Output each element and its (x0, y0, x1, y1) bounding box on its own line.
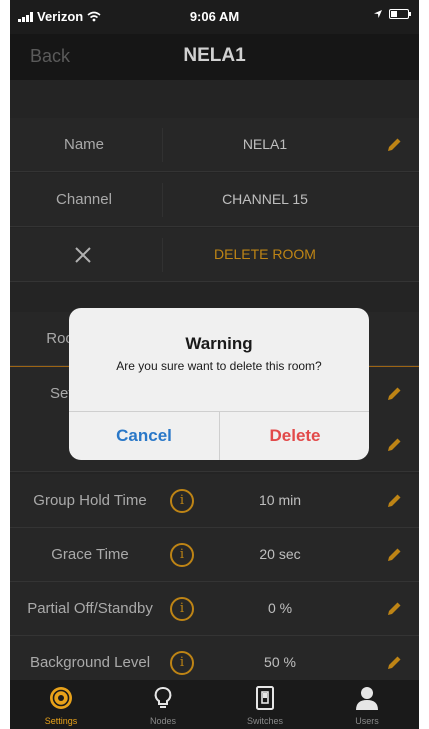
tab-nodes[interactable]: Nodes (112, 680, 214, 729)
bulb-icon (154, 687, 172, 708)
status-time: 9:06 AM (189, 9, 240, 24)
user-icon (356, 687, 378, 710)
tab-settings[interactable]: Settings (10, 680, 112, 729)
dialog-title: Warning (185, 334, 253, 353)
battery-icon (389, 9, 411, 19)
warning-dialog: Warning Are you sure want to delete this… (69, 308, 369, 460)
cancel-button[interactable]: Cancel (69, 412, 219, 460)
tab-switches[interactable]: Switches (214, 680, 316, 729)
settings-icon (50, 687, 72, 709)
dialog-message: Are you sure want to delete this room? (116, 359, 322, 373)
switch-icon (256, 686, 274, 710)
tab-bar: Settings Nodes Switches Users (10, 680, 419, 729)
location-icon (374, 10, 382, 18)
status-bar: Verizon 9:06 AM (10, 0, 419, 34)
phone-screen: Verizon 9:06 AM Back NELA1 Name NELA1 Ch… (10, 0, 419, 729)
tab-users[interactable]: Users (316, 680, 418, 729)
delete-button[interactable]: Delete (220, 412, 369, 460)
